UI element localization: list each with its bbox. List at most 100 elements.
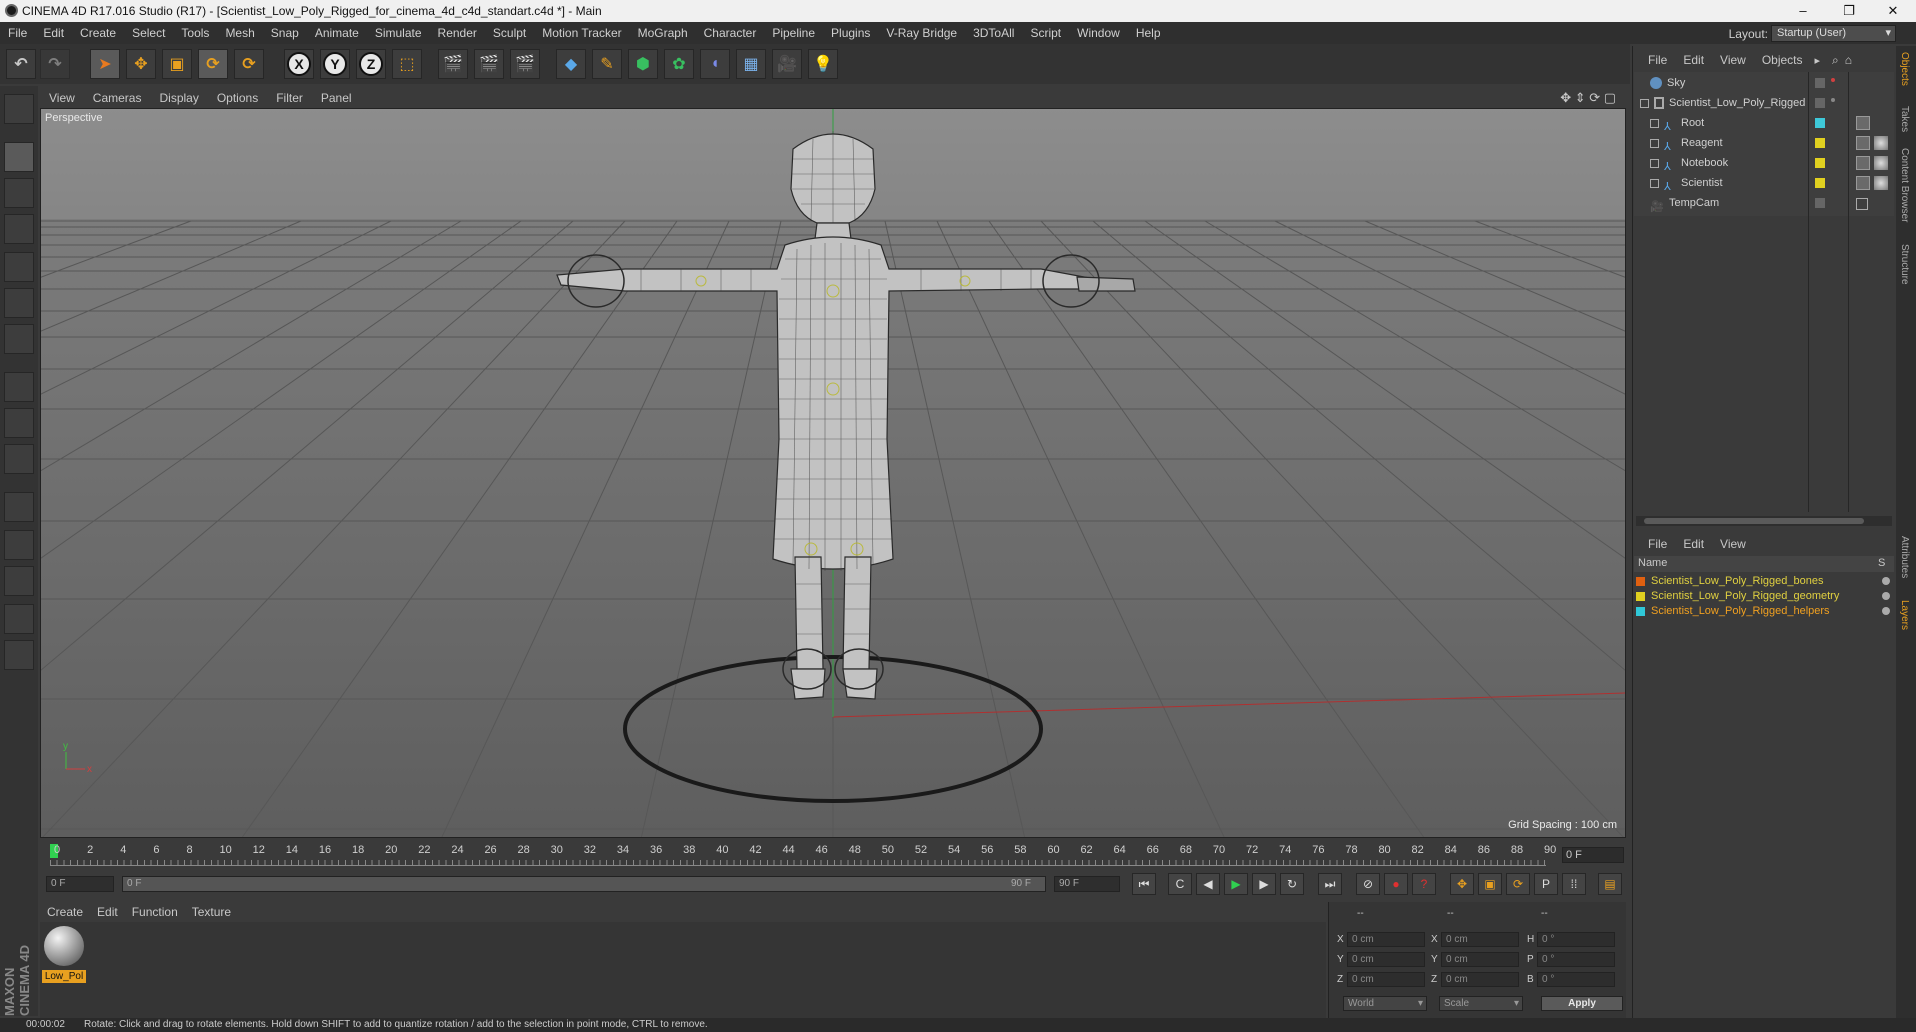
minimize-button[interactable]: – (1780, 0, 1826, 22)
add-deformer-button[interactable]: ◖ (700, 49, 730, 79)
lock-z-axis-button[interactable]: Z (356, 49, 386, 79)
object-row-scientist[interactable]: ⅄ Scientist (1634, 173, 1810, 193)
keyframe-selection-button[interactable]: ⊘ (1356, 873, 1380, 895)
layer-swatch-reagent[interactable] (1815, 138, 1825, 148)
lock-y-axis-button[interactable]: Y (320, 49, 350, 79)
menu-animate[interactable]: Animate (307, 26, 367, 40)
layer-row-geometry[interactable]: Scientist_Low_Poly_Rigged_geometry (1636, 589, 1890, 603)
record-button[interactable]: ● (1384, 873, 1408, 895)
coord-pos-z-field[interactable]: 0 cm (1347, 972, 1425, 987)
expand-plus-icon[interactable] (1650, 158, 1659, 168)
weight-tag-icon[interactable] (1856, 176, 1870, 190)
menu-tools[interactable]: Tools (173, 26, 217, 40)
menu-snap[interactable]: Snap (263, 26, 307, 40)
solo-dot-icon[interactable] (1882, 577, 1890, 585)
material-tag-icon[interactable] (1874, 176, 1888, 190)
add-light-button[interactable]: 💡 (808, 49, 838, 79)
rotate-tool-button[interactable]: ⟳ (198, 49, 228, 79)
chevron-right-icon[interactable]: ▸ (1815, 54, 1821, 67)
side-tab-layers[interactable]: Layers (1899, 600, 1910, 630)
timeline-window-button[interactable]: ▤ (1598, 873, 1622, 895)
magnet-button[interactable] (4, 492, 34, 522)
close-button[interactable]: ✕ (1870, 0, 1916, 22)
tweak-mode-button[interactable] (4, 408, 34, 438)
viewport-menu-cameras[interactable]: Cameras (84, 91, 151, 105)
material-menu-function[interactable]: Function (125, 905, 185, 919)
move-tool-button[interactable]: ✥ (126, 49, 156, 79)
python-script-button[interactable] (4, 640, 34, 670)
go-to-start-button[interactable]: ⏮ (1132, 873, 1156, 895)
menu-select[interactable]: Select (124, 26, 173, 40)
coord-rot-b-field[interactable]: 0 ° (1537, 972, 1615, 987)
frame-range-slider[interactable]: 0 F 90 F (122, 876, 1046, 892)
expand-plus-icon[interactable] (1650, 138, 1659, 148)
points-mode-button[interactable] (4, 252, 34, 282)
visibility-dot-icon[interactable] (1831, 78, 1835, 82)
menu-create[interactable]: Create (72, 26, 124, 40)
previous-frame-button[interactable]: ◀ (1196, 873, 1220, 895)
layers-menu-file[interactable]: File (1640, 537, 1675, 551)
menu-motion-tracker[interactable]: Motion Tracker (534, 26, 629, 40)
material-preview-sphere[interactable] (44, 926, 84, 966)
maximize-button[interactable]: ❐ (1826, 0, 1872, 22)
visibility-dot-icon[interactable] (1831, 98, 1835, 102)
menu-sculpt[interactable]: Sculpt (485, 26, 534, 40)
redo-button[interactable]: ↷ (40, 49, 70, 79)
object-row-sky[interactable]: Sky (1634, 73, 1810, 93)
objects-menu-edit[interactable]: Edit (1675, 53, 1712, 67)
menu-vray-bridge[interactable]: V-Ray Bridge (878, 26, 965, 40)
layer-swatch-tempcam[interactable] (1815, 198, 1825, 208)
render-view-button[interactable]: 🎬 (438, 49, 468, 79)
objects-menu-objects[interactable]: Objects (1754, 53, 1811, 67)
material-menu-texture[interactable]: Texture (185, 905, 238, 919)
viewport-menu-options[interactable]: Options (208, 91, 267, 105)
layout-select[interactable]: Startup (User) ▾ (1771, 25, 1896, 42)
expand-plus-icon[interactable] (1650, 118, 1659, 128)
layer-swatch-root[interactable] (1815, 118, 1825, 128)
viewport-menu-panel[interactable]: Panel (312, 91, 361, 105)
previous-key-button[interactable]: C (1168, 873, 1192, 895)
menu-plugins[interactable]: Plugins (823, 26, 878, 40)
model-mode-button[interactable] (4, 142, 34, 172)
menu-window[interactable]: Window (1069, 26, 1128, 40)
material-label[interactable]: Low_Pol (42, 970, 86, 983)
make-editable-button[interactable] (4, 94, 34, 124)
render-picture-viewer-button[interactable]: 🎬 (474, 49, 504, 79)
perspective-viewport[interactable]: y x Perspective Grid Spacing : 100 cm (40, 108, 1626, 838)
side-tab-content-browser[interactable]: Content Browser (1899, 148, 1910, 222)
add-scene-button[interactable]: ▦ (736, 49, 766, 79)
start-frame-field[interactable]: 0 F (46, 876, 114, 892)
weight-tag-icon[interactable] (1856, 116, 1870, 130)
material-tag-icon[interactable] (1874, 156, 1888, 170)
layers-menu-edit[interactable]: Edit (1675, 537, 1712, 551)
add-spline-button[interactable]: ✎ (592, 49, 622, 79)
key-rotation-button[interactable]: ⟳ (1506, 873, 1530, 895)
undo-button[interactable]: ↶ (6, 49, 36, 79)
menu-mograph[interactable]: MoGraph (630, 26, 696, 40)
menu-edit[interactable]: Edit (35, 26, 72, 40)
weight-tag-icon[interactable] (1856, 136, 1870, 150)
auto-keying-button[interactable]: ? (1412, 873, 1436, 895)
coord-pos-x-field[interactable]: 0 cm (1347, 932, 1425, 947)
render-settings-button[interactable]: 🎬 (510, 49, 540, 79)
layer-swatch-rig[interactable] (1815, 98, 1825, 108)
objects-menu-file[interactable]: File (1640, 53, 1675, 67)
texture-mode-button[interactable] (4, 178, 34, 208)
viewport-menu-filter[interactable]: Filter (267, 91, 312, 105)
menu-simulate[interactable]: Simulate (367, 26, 430, 40)
coord-size-x-field[interactable]: 0 cm (1441, 932, 1519, 947)
apply-button[interactable]: Apply (1541, 996, 1623, 1011)
search-icon[interactable]: ⌕ (1832, 53, 1839, 68)
menu-script[interactable]: Script (1022, 26, 1069, 40)
live-selection-button[interactable]: ➤ (90, 49, 120, 79)
material-menu-create[interactable]: Create (40, 905, 90, 919)
target-tag-icon[interactable] (1856, 198, 1868, 210)
next-key-button[interactable]: ↻ (1280, 873, 1304, 895)
key-scale-button[interactable]: ▣ (1478, 873, 1502, 895)
object-row-tempcam[interactable]: 🎥 TempCam (1634, 193, 1810, 213)
add-cube-button[interactable]: ◆ (556, 49, 586, 79)
weight-tag-icon[interactable] (1856, 156, 1870, 170)
layer-swatch-sky[interactable] (1815, 78, 1825, 88)
key-position-button[interactable]: ✥ (1450, 873, 1474, 895)
coordinate-system-button[interactable]: ⬚ (392, 49, 422, 79)
